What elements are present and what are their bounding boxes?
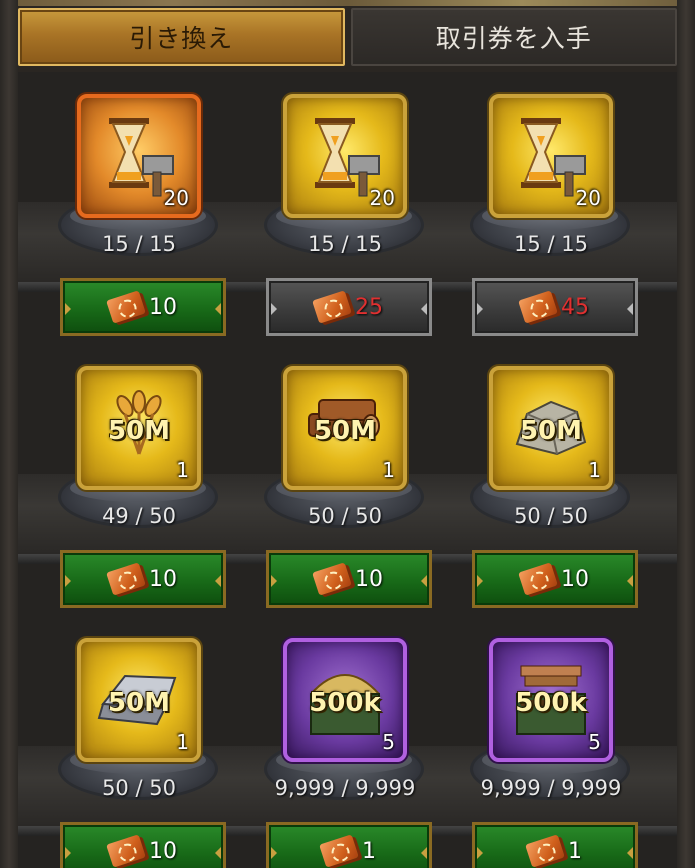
item-quantity: 1 — [382, 458, 395, 482]
arrow-right-icon — [627, 847, 633, 859]
item-quantity: 20 — [163, 186, 189, 210]
ticket-icon — [319, 834, 359, 868]
item-icon-frame[interactable]: 20 — [489, 94, 613, 218]
ticket-icon — [518, 562, 558, 596]
tab-get-tickets[interactable]: 取引券を入手 — [350, 8, 677, 66]
arrow-left-icon — [65, 847, 71, 859]
arrow-left-icon — [271, 847, 277, 859]
item-icon-frame[interactable]: 50M 1 — [489, 366, 613, 490]
arrow-left-icon — [477, 303, 483, 315]
buy-button[interactable]: 45 — [472, 278, 638, 336]
shop-item-wood[interactable]: 50M 1 50 / 50 10 — [242, 366, 448, 626]
ticket-icon — [312, 562, 352, 596]
item-amount-label: 50M — [107, 688, 171, 718]
buy-button[interactable]: 25 — [266, 278, 432, 336]
buy-button[interactable]: 1 — [266, 822, 432, 868]
arrow-right-icon — [421, 303, 427, 315]
price-value: 10 — [149, 838, 177, 864]
shop-item-build-speedup[interactable]: 20 15 / 15 10 — [36, 94, 242, 354]
arrow-left-icon — [477, 575, 483, 587]
shop-item-stone[interactable]: 50M 1 50 / 50 10 — [448, 366, 654, 626]
buy-button[interactable]: 1 — [472, 822, 638, 868]
ticket-icon — [525, 834, 565, 868]
shop-item-build-speedup[interactable]: 20 15 / 15 25 — [242, 94, 448, 354]
item-stock: 15 / 15 — [102, 232, 176, 256]
item-stock: 15 / 15 — [308, 232, 382, 256]
price-value: 10 — [561, 566, 589, 592]
shop-item-wood-crate[interactable]: 500k 5 9,999 / 9,999 1 — [448, 638, 654, 868]
item-quantity: 1 — [588, 458, 601, 482]
arrow-right-icon — [421, 847, 427, 859]
arrow-right-icon — [627, 575, 633, 587]
item-icon-frame[interactable]: 50M 1 — [283, 366, 407, 490]
item-stock: 50 / 50 — [514, 504, 588, 528]
item-stock: 15 / 15 — [514, 232, 588, 256]
arrow-right-icon — [215, 303, 221, 315]
item-stock: 9,999 / 9,999 — [480, 776, 622, 800]
price-value: 1 — [568, 838, 582, 864]
shop-item-food-crate[interactable]: 500k 5 9,999 / 9,999 1 — [242, 638, 448, 868]
ticket-icon — [312, 290, 352, 324]
shop-item-build-speedup[interactable]: 20 15 / 15 45 — [448, 94, 654, 354]
buy-button[interactable]: 10 — [60, 278, 226, 336]
arrow-left-icon — [477, 847, 483, 859]
price-value: 1 — [362, 838, 376, 864]
item-amount-label: 50M — [313, 416, 377, 446]
item-quantity: 1 — [176, 730, 189, 754]
ticket-icon — [106, 290, 146, 324]
buy-button[interactable]: 10 — [60, 822, 226, 868]
buy-button[interactable]: 10 — [472, 550, 638, 608]
item-icon-frame[interactable]: 20 — [77, 94, 201, 218]
item-quantity: 5 — [382, 730, 395, 754]
arrow-left-icon — [65, 303, 71, 315]
item-amount-label: 500k — [515, 688, 587, 718]
item-amount-label: 50M — [107, 416, 171, 446]
ticket-icon — [518, 290, 558, 324]
item-stock: 50 / 50 — [102, 776, 176, 800]
shop-item-food[interactable]: 50M 1 49 / 50 10 — [36, 366, 242, 626]
tab-exchange[interactable]: 引き換え — [18, 8, 345, 66]
price-value: 25 — [355, 294, 383, 320]
item-quantity: 20 — [369, 186, 395, 210]
shop-item-iron[interactable]: 50M 1 50 / 50 10 — [36, 638, 242, 868]
item-quantity: 20 — [575, 186, 601, 210]
item-icon-frame[interactable]: 500k 5 — [489, 638, 613, 762]
item-icon-frame[interactable]: 20 — [283, 94, 407, 218]
right-frame — [677, 0, 695, 868]
tab-bar: 引き換え 取引券を入手 — [18, 6, 677, 72]
arrow-left-icon — [65, 575, 71, 587]
buy-button[interactable]: 10 — [60, 550, 226, 608]
price-value: 10 — [149, 566, 177, 592]
item-icon-frame[interactable]: 500k 5 — [283, 638, 407, 762]
item-quantity: 5 — [588, 730, 601, 754]
arrow-right-icon — [421, 575, 427, 587]
ticket-icon — [106, 834, 146, 868]
arrow-left-icon — [271, 303, 277, 315]
price-value: 10 — [355, 566, 383, 592]
ticket-icon — [106, 562, 146, 596]
left-frame — [0, 0, 18, 868]
item-stock: 49 / 50 — [102, 504, 176, 528]
item-stock: 50 / 50 — [308, 504, 382, 528]
item-amount-label: 50M — [519, 416, 583, 446]
item-amount-label: 500k — [309, 688, 381, 718]
item-stock: 9,999 / 9,999 — [274, 776, 416, 800]
buy-button[interactable]: 10 — [266, 550, 432, 608]
item-quantity: 1 — [176, 458, 189, 482]
arrow-right-icon — [215, 575, 221, 587]
arrow-left-icon — [271, 575, 277, 587]
arrow-right-icon — [215, 847, 221, 859]
price-value: 10 — [149, 294, 177, 320]
price-value: 45 — [561, 294, 589, 320]
arrow-right-icon — [627, 303, 633, 315]
item-icon-frame[interactable]: 50M 1 — [77, 366, 201, 490]
item-icon-frame[interactable]: 50M 1 — [77, 638, 201, 762]
